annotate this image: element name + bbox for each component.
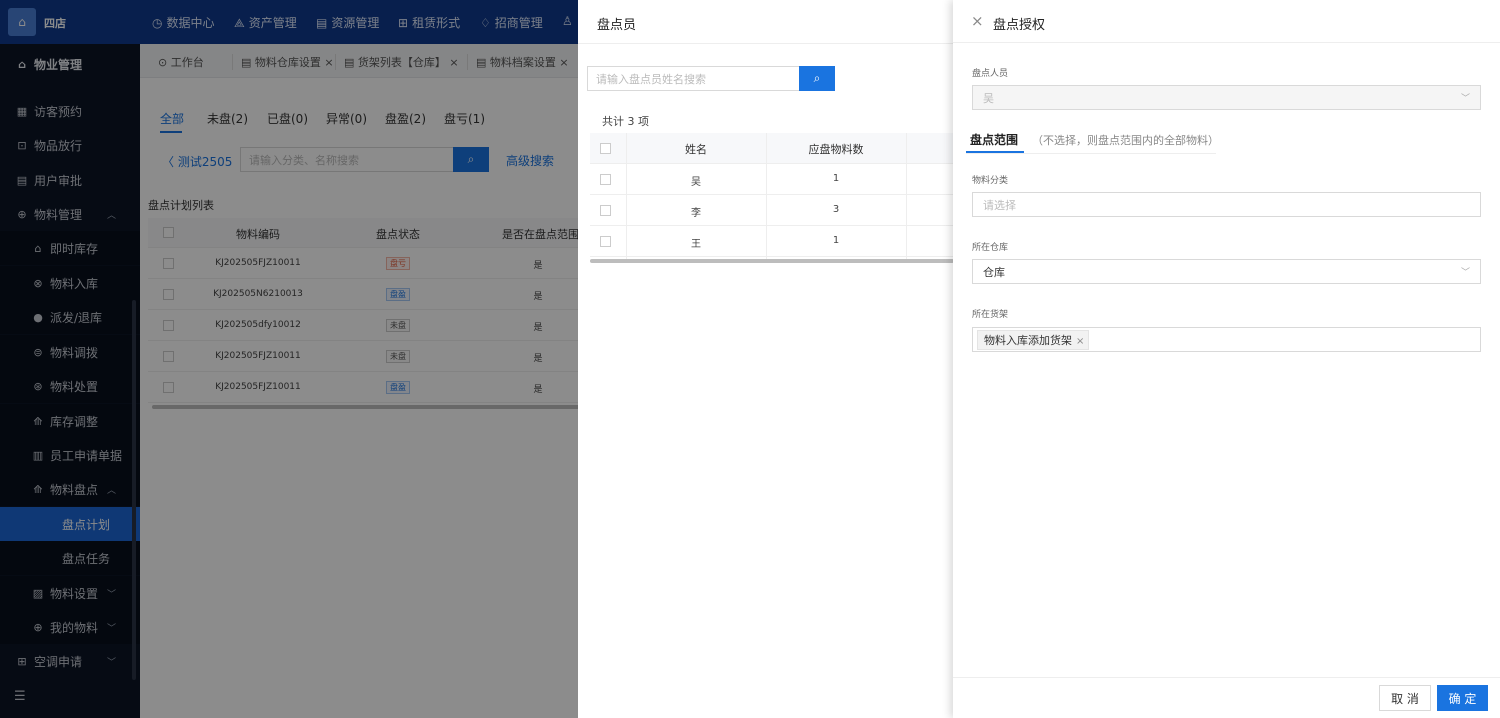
person-label: 盘点人员 [972, 69, 1009, 79]
cancel-button[interactable]: 取 消 [1379, 685, 1431, 711]
footer-divider [953, 677, 1500, 678]
staff-name-cell: 李 [691, 208, 701, 219]
chevron-down-icon: ﹀ [1460, 268, 1470, 278]
shelf-label: 所在货架 [972, 310, 1009, 320]
warehouse-label: 所在仓库 [972, 243, 1009, 253]
shelf-multi-select[interactable]: 物料入库添加货架 × [972, 327, 1481, 352]
drawer-title: 盘点员 [597, 18, 637, 33]
chevron-down-icon: ﹀ [1460, 94, 1470, 104]
staff-name-cell: 吴 [691, 177, 701, 188]
row-checkbox[interactable] [600, 236, 611, 247]
column-name: 姓名 [685, 143, 707, 156]
material-count-cell: 1 [832, 235, 840, 246]
total-count: 共计 3 项 [602, 115, 649, 128]
tab-inventory-scope[interactable]: 盘点范围 [970, 131, 1018, 148]
row-checkbox[interactable] [600, 174, 611, 185]
row-checkbox[interactable] [600, 205, 611, 216]
person-select[interactable]: 吴 ﹀ [972, 85, 1481, 110]
inventory-staff-drawer [578, 0, 954, 718]
scope-hint: （不选择，则盘点范围内的全部物料） [1032, 134, 1219, 147]
warehouse-select[interactable]: 仓库 ﹀ [972, 259, 1481, 284]
material-count-cell: 3 [832, 204, 840, 215]
category-label: 物料分类 [972, 176, 1009, 186]
category-select[interactable]: 请选择 [972, 192, 1481, 217]
search-icon: ⌕ [813, 71, 821, 85]
close-icon[interactable]: × [971, 12, 984, 30]
tab-divider [966, 153, 1216, 154]
table-horizontal-scrollbar[interactable] [590, 259, 954, 263]
column-material-count: 应盘物料数 [808, 143, 864, 156]
tag-close-icon[interactable]: × [1076, 336, 1084, 347]
search-button[interactable]: ⌕ [799, 66, 835, 91]
staff-name-cell: 王 [691, 239, 701, 250]
shelf-tag: 物料入库添加货架 × [977, 329, 1090, 350]
confirm-button[interactable]: 确 定 [1437, 685, 1488, 711]
drawer-header-divider [953, 42, 1500, 43]
staff-search-input[interactable]: 请输入盘点员姓名搜索 [587, 66, 801, 91]
select-all-checkbox[interactable] [600, 143, 611, 154]
material-count-cell: 1 [832, 173, 840, 184]
drawer-title: 盘点授权 [993, 18, 1046, 33]
